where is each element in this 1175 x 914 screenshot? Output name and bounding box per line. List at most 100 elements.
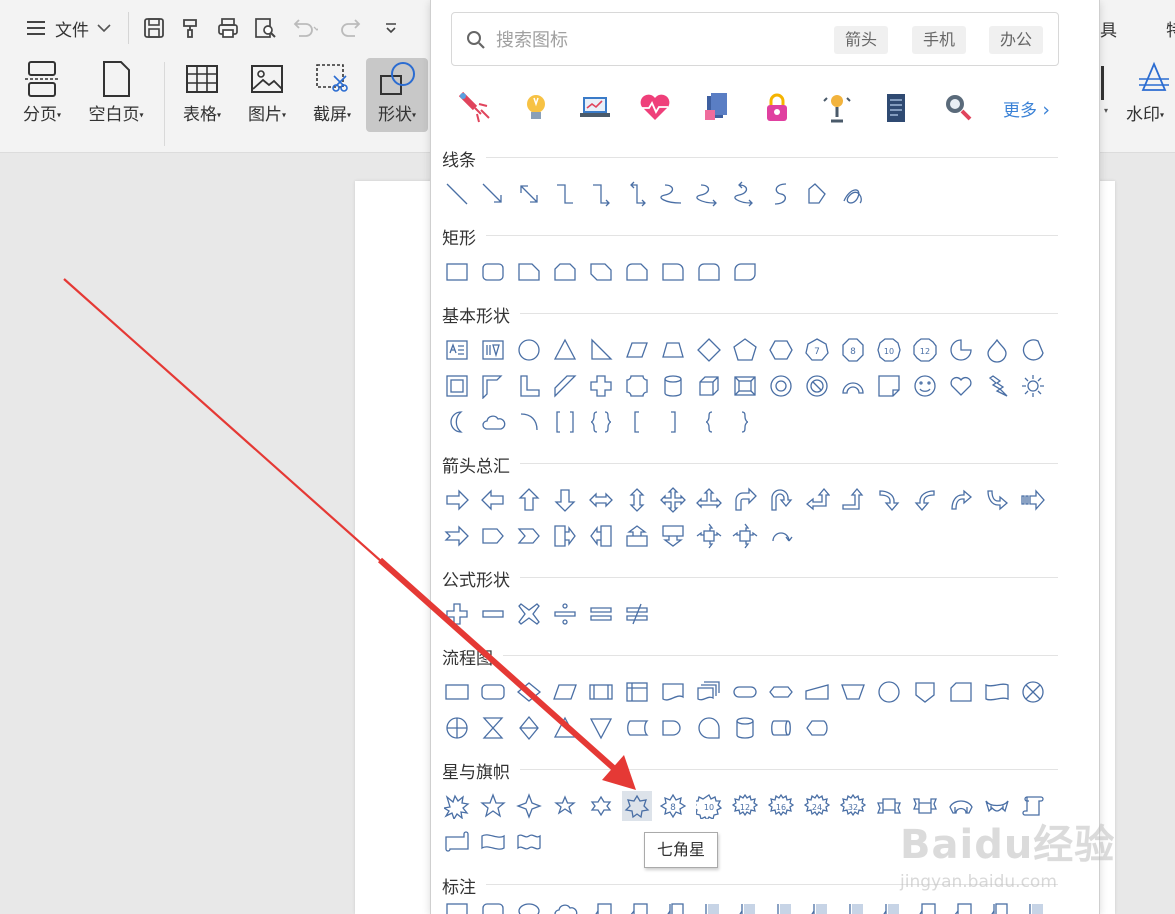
shape-arr-curve-d-icon[interactable]: [982, 485, 1012, 515]
file-menu[interactable]: 文件: [18, 14, 118, 42]
print-preview-icon[interactable]: [251, 14, 279, 42]
shape-divide-icon[interactable]: [550, 599, 580, 629]
shape-call-r-rect-icon[interactable]: [478, 898, 508, 914]
shape-call-oval-icon[interactable]: [514, 898, 544, 914]
search-input[interactable]: [494, 25, 828, 55]
shape-f-connector-icon[interactable]: [874, 677, 904, 707]
shape-f-stored-data-icon[interactable]: [622, 713, 652, 743]
undo-icon[interactable]: [290, 14, 318, 42]
magnifier-gear-icon[interactable]: [940, 90, 976, 126]
shape-arr-curve-u-icon[interactable]: [946, 485, 976, 515]
shape-cross-icon[interactable]: [586, 371, 616, 401]
shape-f-multi-doc-icon[interactable]: [694, 677, 724, 707]
save-icon[interactable]: [140, 14, 168, 42]
shape-f-offpage-icon[interactable]: [910, 677, 940, 707]
shape-scribble-icon[interactable]: [838, 179, 868, 209]
shape-f-predef-icon[interactable]: [586, 677, 616, 707]
shape-dbl-wave-icon[interactable]: [514, 827, 544, 857]
shape-arr-notch-icon[interactable]: [442, 521, 472, 551]
shape-round1-icon[interactable]: [658, 257, 688, 287]
shape-lshape-icon[interactable]: [514, 371, 544, 401]
shape-f-mag-disk-icon[interactable]: [730, 713, 760, 743]
shape-v-scroll-icon[interactable]: [1018, 791, 1048, 821]
shape-call-line-icon[interactable]: [910, 898, 940, 914]
shape-vtextbox-icon[interactable]: [478, 335, 508, 365]
shape-diagstripe-icon[interactable]: [550, 371, 580, 401]
blank-page-button[interactable]: 空白页▾: [80, 58, 152, 132]
shape-callout-r-icon[interactable]: [550, 521, 580, 551]
shape-rbracket-icon[interactable]: [658, 407, 688, 437]
shape-arr-quad-icon[interactable]: [658, 485, 688, 515]
shape-callout-l-icon[interactable]: [586, 521, 616, 551]
lightbulb-icon[interactable]: [518, 90, 554, 126]
shape-smiley-icon[interactable]: [910, 371, 940, 401]
shape-arr-u-icon[interactable]: [514, 485, 544, 515]
shape-chevron-icon[interactable]: [514, 521, 544, 551]
shape-para-icon[interactable]: [622, 335, 652, 365]
shape-f-terminator-icon[interactable]: [730, 677, 760, 707]
shape-lbrace-icon[interactable]: [694, 407, 724, 437]
shape-brackets-icon[interactable]: [550, 407, 580, 437]
shape-ribbon-up-icon[interactable]: [874, 791, 904, 821]
shape-star16-icon[interactable]: 16: [766, 791, 796, 821]
shape-curved-ribbon-up-icon[interactable]: [946, 791, 976, 821]
shape-lbracket-icon[interactable]: [622, 407, 652, 437]
shape-wave-icon[interactable]: [478, 827, 508, 857]
shape-f-sum-junction-icon[interactable]: [1018, 677, 1048, 707]
shape-rrect-icon[interactable]: [478, 257, 508, 287]
shape-call-line2-icon[interactable]: [946, 898, 976, 914]
trophy-icon[interactable]: [819, 90, 855, 126]
shape-equal-icon[interactable]: [586, 599, 616, 629]
shape-hept-icon[interactable]: 7: [802, 335, 832, 365]
shape-star5b-icon[interactable]: [550, 791, 580, 821]
shape-arr-l-icon[interactable]: [478, 485, 508, 515]
shape-f-manual-input-icon[interactable]: [802, 677, 832, 707]
shape-dec-icon[interactable]: 10: [874, 335, 904, 365]
shape-call-cloud-icon[interactable]: [550, 898, 580, 914]
shape-f-direct-icon[interactable]: [766, 713, 796, 743]
shape-star32-icon[interactable]: 32: [838, 791, 868, 821]
shape-arr-bent-up-icon[interactable]: [838, 485, 868, 515]
shape-scurve-icon[interactable]: [766, 179, 796, 209]
ribbon-tab-partial[interactable]: 具: [1100, 16, 1117, 41]
shape-rtri-icon[interactable]: [586, 335, 616, 365]
shape-curve-icon[interactable]: [658, 179, 688, 209]
shape-chord-icon[interactable]: [1018, 335, 1048, 365]
shape-f-decision-icon[interactable]: [514, 677, 544, 707]
shape-call-line-icon[interactable]: [586, 898, 616, 914]
shape-frame-icon[interactable]: [442, 371, 472, 401]
shape-f-internal-icon[interactable]: [622, 677, 652, 707]
ribbon-tab-partial-edge[interactable]: 特: [1166, 16, 1175, 41]
shape-pent-icon[interactable]: [730, 335, 760, 365]
shape-diamond-icon[interactable]: [694, 335, 724, 365]
shape-f-display-icon[interactable]: [802, 713, 832, 743]
shape-times-icon[interactable]: [514, 599, 544, 629]
shape-call-bar2-icon[interactable]: [730, 898, 760, 914]
shape-arr-r-icon[interactable]: [442, 485, 472, 515]
shape-arr-d-icon[interactable]: [550, 485, 580, 515]
lock-icon[interactable]: [759, 90, 795, 126]
shape-f-prep-icon[interactable]: [766, 677, 796, 707]
shape-round2-icon[interactable]: [694, 257, 724, 287]
shape-callout-quad-icon[interactable]: [730, 521, 760, 551]
print-icon[interactable]: [214, 14, 242, 42]
shape-snip2-icon[interactable]: [550, 257, 580, 287]
shape-star8-icon[interactable]: 8: [658, 791, 688, 821]
format-painter-icon[interactable]: [177, 14, 205, 42]
shape-ribbon-down-icon[interactable]: [910, 791, 940, 821]
page-break-button[interactable]: 分页▾: [12, 58, 72, 132]
shape-pie-icon[interactable]: [946, 335, 976, 365]
shape-notequal-icon[interactable]: [622, 599, 652, 629]
shape-arr-uturn-icon[interactable]: [766, 485, 796, 515]
shape-star10-icon[interactable]: 10: [694, 791, 724, 821]
heartbeat-icon[interactable]: [637, 90, 673, 126]
shape-call-line2-icon[interactable]: [622, 898, 652, 914]
notebook-icon[interactable]: [878, 90, 914, 126]
shape-arr-bent-icon[interactable]: [730, 485, 760, 515]
shape-cloud-icon[interactable]: [478, 407, 508, 437]
shape-f-delay-icon[interactable]: [658, 713, 688, 743]
shape-line-icon[interactable]: [442, 179, 472, 209]
shape-arc-icon[interactable]: [838, 371, 868, 401]
shape-callout-d-icon[interactable]: [658, 521, 688, 551]
shape-freeform-icon[interactable]: [802, 179, 832, 209]
